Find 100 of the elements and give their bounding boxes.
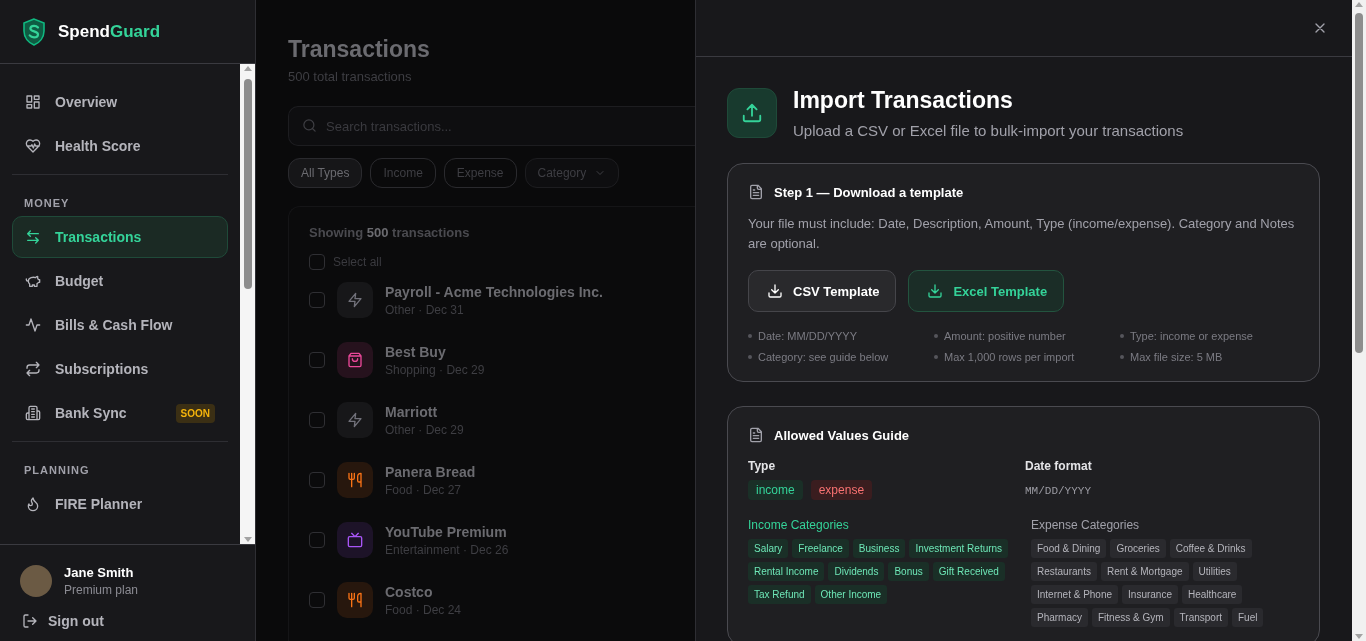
category-tag: Insurance: [1122, 585, 1178, 604]
category-tag: Salary: [748, 539, 789, 558]
category-tag: Coffee & Drinks: [1169, 539, 1252, 558]
category-tag: Tax Refund: [748, 585, 811, 604]
brand-name: SpendGuard: [58, 21, 160, 42]
user-plan: Premium plan: [64, 583, 139, 597]
bullet-dot: [1120, 334, 1124, 338]
row-checkbox[interactable]: [309, 532, 325, 548]
section-label: MONEY: [23, 196, 71, 211]
category-tag: Gift Received: [932, 562, 1005, 581]
category-group-title: Income Categories: [748, 518, 850, 532]
row-checkbox[interactable]: [309, 412, 325, 428]
row-checkbox[interactable]: [309, 592, 325, 608]
nav-item[interactable]: Budget: [12, 260, 228, 302]
piggy-bank-icon: [25, 273, 41, 289]
bullet-dot: [748, 355, 752, 359]
category-tag: Dividends: [828, 562, 885, 581]
heart-pulse-icon: [25, 138, 41, 154]
download-icon: [927, 283, 944, 299]
row-checkbox[interactable]: [309, 472, 325, 488]
rule-text: Max 1,000 rows per import: [944, 351, 1075, 363]
rule-text: Amount: positive number: [944, 330, 1066, 342]
category-tag: Other Income: [814, 585, 888, 604]
avatar: [20, 565, 52, 597]
category-tag: Pharmacy: [1031, 608, 1088, 627]
drawer-subtitle: Upload a CSV or Excel file to bulk-import your transactions: [793, 122, 1184, 139]
category-tag: Groceries: [1110, 539, 1166, 558]
category-tag: Transport: [1173, 608, 1228, 627]
category-tag: Internet & Phone: [1031, 585, 1119, 604]
section-label: PLANNING: [23, 463, 91, 478]
pulse-line-icon: [25, 317, 41, 333]
row-checkbox[interactable]: [309, 292, 325, 308]
type-tag: expense: [810, 480, 873, 500]
transaction-name: Payroll - Acme Technologies Inc.: [385, 283, 603, 300]
bullet-dot: [748, 334, 752, 338]
rule-text: Date: MM/DD/YYYY: [758, 330, 858, 342]
category-group-title: Expense Categories: [1031, 518, 1141, 532]
fork-knife-icon: [347, 472, 363, 488]
row-checkbox[interactable]: [309, 352, 325, 368]
category-tag: Food & Dining: [1031, 539, 1107, 558]
rule-text: Max file size: 5 MB: [1130, 351, 1223, 363]
nav-item[interactable]: Overview: [12, 81, 228, 123]
rule-text: Type: income or expense: [1130, 330, 1253, 342]
nav-item[interactable]: Bills & Cash Flow: [12, 304, 228, 346]
category-tag: Restaurants: [1031, 562, 1097, 581]
bullet-dot: [1120, 355, 1124, 359]
nav-item[interactable]: Transactions: [12, 216, 228, 258]
nav-item[interactable]: Subscriptions: [12, 348, 228, 390]
logout-icon: [22, 613, 38, 629]
page-subtitle: 500 total transactions: [288, 69, 413, 84]
user-name: Jane Smith: [64, 565, 135, 580]
category-tag: Rent & Mortgage: [1100, 562, 1189, 581]
field-label: Date format: [1025, 459, 1093, 473]
filter-chip[interactable]: All Types: [288, 158, 363, 188]
upload-icon: [741, 102, 763, 124]
shopping-bag-icon: [347, 352, 363, 368]
grid-icon: [25, 94, 41, 110]
shield-logo-icon: [22, 17, 46, 46]
select-all-checkbox[interactable]: [309, 254, 325, 270]
category-tag: Freelance: [792, 539, 849, 558]
flame-icon: [25, 496, 41, 512]
nav-item[interactable]: FIRE Planner: [12, 483, 228, 525]
download-icon: [767, 283, 783, 299]
category-tag: Utilities: [1192, 562, 1237, 581]
bullet-dot: [934, 334, 938, 338]
card-title: Allowed Values Guide: [774, 427, 910, 443]
template-download-button[interactable]: CSV Template: [748, 270, 897, 312]
transaction-name: Best Buy: [385, 343, 447, 360]
page-title: Transactions: [288, 36, 431, 63]
category-tag: Fitness & Gym: [1092, 608, 1170, 627]
transaction-name: Panera Bread: [385, 463, 476, 480]
repeat-icon: [25, 361, 41, 377]
lightning-icon: [347, 412, 363, 428]
nav-item[interactable]: Bank Sync SOON: [12, 392, 228, 434]
transaction-name: Marriott: [385, 403, 439, 420]
building-icon: [25, 405, 41, 421]
nav-item[interactable]: Health Score: [12, 125, 228, 167]
document-icon: [748, 184, 764, 200]
card-description: Your file must include: Date, Description, Amount, Type (income/expense). Category and Notes are optional.: [748, 215, 1296, 253]
template-download-button[interactable]: Excel Template: [908, 270, 1065, 312]
showing-count: Showing 500 transactions: [309, 225, 471, 240]
category-tag: Fuel: [1232, 608, 1264, 627]
scrollbar[interactable]: [240, 64, 255, 544]
tv-icon: [347, 532, 363, 548]
drawer-title: Import Transactions: [793, 87, 1014, 114]
type-tag: income: [748, 480, 803, 500]
category-tag: Healthcare: [1182, 585, 1243, 604]
rule-text: Category: see guide below: [758, 351, 889, 363]
category-tag: Investment Returns: [909, 539, 1009, 558]
document-icon: [748, 427, 764, 443]
lightning-icon: [347, 292, 363, 308]
field-label: Type: [748, 459, 777, 473]
category-tag: Rental Income: [748, 562, 825, 581]
scrollbar[interactable]: [1352, 0, 1366, 641]
category-tag: Bonus: [888, 562, 929, 581]
sign-out-button[interactable]: Sign out: [20, 613, 235, 629]
card-title: Step 1 — Download a template: [774, 184, 964, 200]
transaction-name: Costco: [385, 583, 434, 600]
soon-badge: SOON: [175, 403, 215, 423]
fork-knife-icon: [347, 592, 363, 608]
